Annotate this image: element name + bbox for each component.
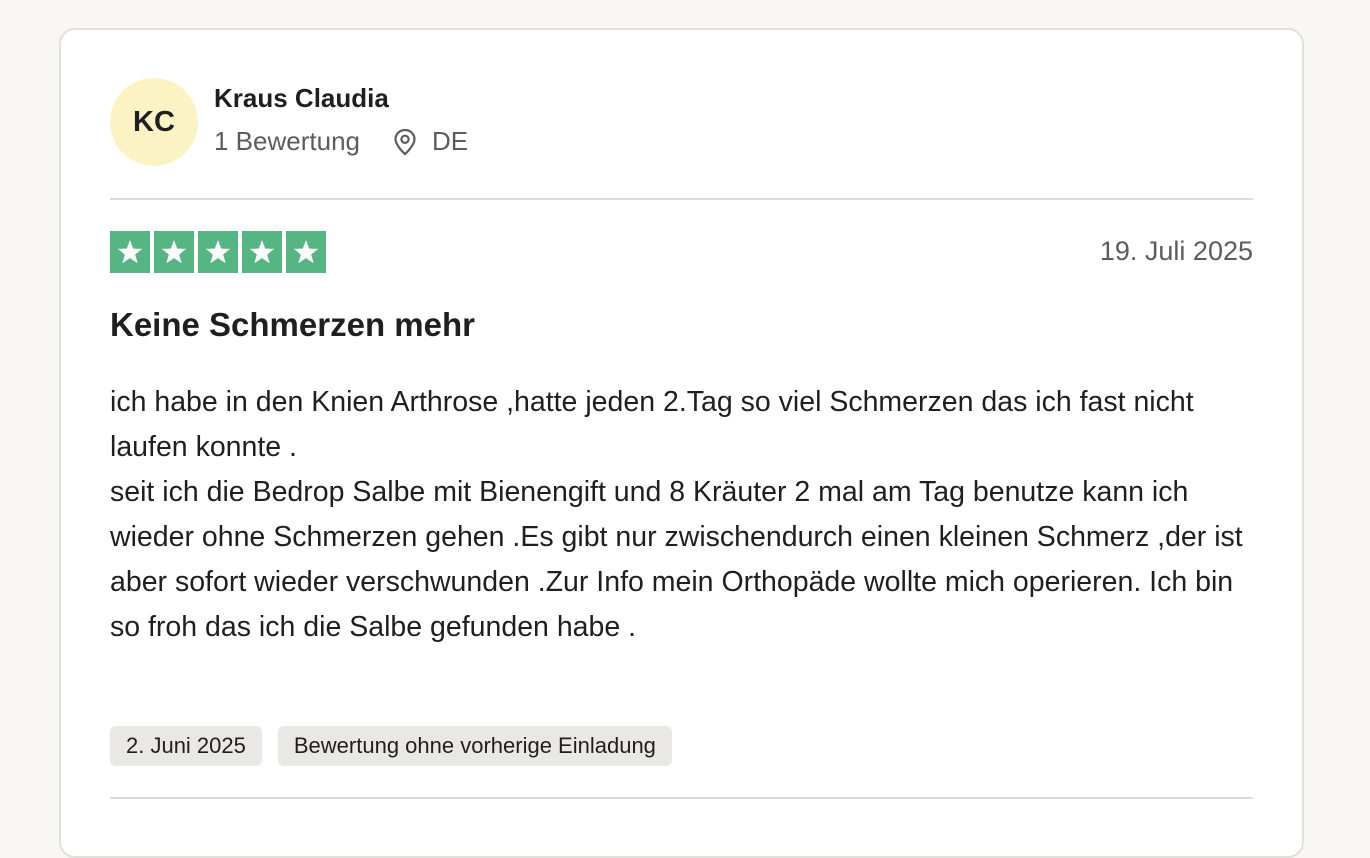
review-count: 1 Bewertung [214,126,360,156]
review-body-paragraph: seit ich die Bedrop Salbe mit Bienengift… [110,476,1243,643]
header-divider [110,198,1253,200]
unprompted-review-tag[interactable]: Bewertung ohne vorherige Einladung [277,726,672,766]
review-date: 19. Juli 2025 [1099,236,1253,266]
review-card-inner: KC Kraus Claudia 1 Bewertung DE 19. Juli… [110,30,1253,856]
review-body-paragraph: ich habe in den Knien Arthrose ,hatte je… [110,386,1194,463]
reviewer-header: KC Kraus Claudia 1 Bewertung DE [110,78,1253,168]
experience-date-tag: 2. Juni 2025 [110,726,262,766]
review-tags: 2. Juni 2025 Bewertung ohne vorherige Ei… [110,726,672,766]
star-icon [198,231,238,273]
review-body: ich habe in den Knien Arthrose ,hatte je… [110,380,1257,650]
review-card: KC Kraus Claudia 1 Bewertung DE 19. Juli… [59,28,1304,858]
avatar[interactable]: KC [110,78,198,166]
star-icon [286,231,326,273]
star-rating [110,231,326,273]
star-icon [154,231,194,273]
location-pin-icon [392,128,418,156]
star-icon [242,231,282,273]
footer-divider [110,797,1253,799]
reviewer-name[interactable]: Kraus Claudia [214,83,389,114]
review-title[interactable]: Keine Schmerzen mehr [110,306,475,344]
reviewer-country: DE [431,126,469,156]
reviewer-meta: 1 Bewertung DE [214,126,468,157]
star-icon [110,231,150,273]
